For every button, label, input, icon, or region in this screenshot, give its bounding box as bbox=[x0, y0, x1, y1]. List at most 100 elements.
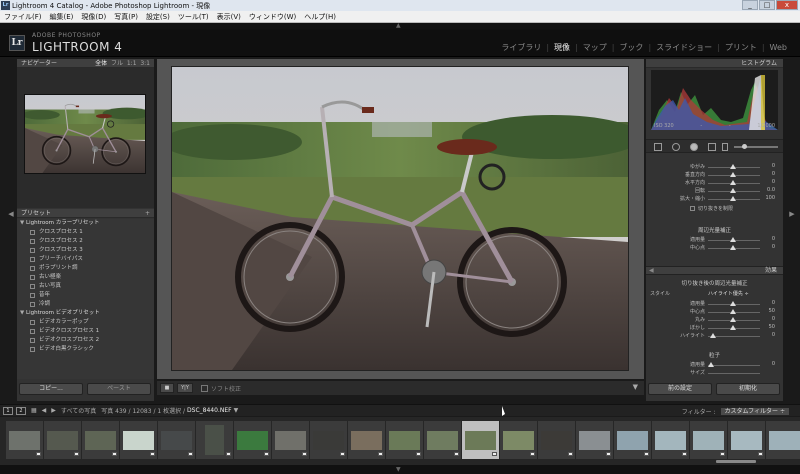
navigator-preview[interactable] bbox=[17, 68, 154, 208]
loupe-view[interactable] bbox=[157, 59, 644, 379]
slider-knob[interactable] bbox=[730, 309, 736, 314]
filmstrip-thumbnail[interactable] bbox=[386, 421, 423, 459]
right-panel-toggle-icon[interactable]: ▶ bbox=[789, 210, 795, 226]
post-crop-slider-row[interactable]: ハイライト 0 bbox=[646, 332, 783, 340]
close-button[interactable]: x bbox=[776, 0, 798, 10]
menu-tools[interactable]: ツール(T) bbox=[174, 12, 213, 22]
grid-tool-icon[interactable] bbox=[654, 143, 662, 151]
add-preset-icon[interactable]: + bbox=[145, 209, 150, 218]
filmstrip-thumbnail[interactable] bbox=[576, 421, 613, 459]
constrain-crop-checkbox[interactable] bbox=[690, 206, 695, 211]
slider-knob[interactable] bbox=[730, 164, 736, 169]
filmstrip-thumbnail[interactable] bbox=[6, 421, 43, 459]
preset-item[interactable]: ビデオクロスプロセス 1 bbox=[17, 327, 154, 336]
module-book[interactable]: ブック bbox=[614, 42, 648, 53]
slider-track[interactable] bbox=[708, 365, 760, 366]
post-crop-slider-row[interactable]: 丸み 0 bbox=[646, 316, 783, 324]
slider-knob[interactable] bbox=[730, 317, 736, 322]
main-photo[interactable] bbox=[172, 67, 628, 370]
filmstrip-thumbnail[interactable] bbox=[728, 421, 765, 459]
minimize-button[interactable]: _ bbox=[742, 0, 758, 10]
filmstrip-thumbnail[interactable] bbox=[690, 421, 727, 459]
preset-item[interactable]: 古い写真 bbox=[17, 282, 154, 291]
preset-item[interactable]: クロスプロセス 2 bbox=[17, 237, 154, 246]
preset-item[interactable]: ビデオクロスプロセス 2 bbox=[17, 336, 154, 345]
slider-knob[interactable] bbox=[730, 245, 736, 250]
filmstrip-thumbnail[interactable] bbox=[424, 421, 461, 459]
lens-slider-row[interactable]: ゆがみ 0 bbox=[646, 163, 783, 171]
lens-slider-row[interactable]: 回転 0.0 bbox=[646, 187, 783, 195]
preset-item[interactable]: クロスプロセス 3 bbox=[17, 246, 154, 255]
slider-knob[interactable] bbox=[730, 301, 736, 306]
filmstrip-thumbnail[interactable] bbox=[348, 421, 385, 459]
zoom-1-1[interactable]: 1:1 bbox=[127, 60, 137, 67]
slider-knob[interactable] bbox=[730, 325, 736, 330]
slider-knob[interactable] bbox=[710, 333, 716, 338]
menu-settings[interactable]: 設定(S) bbox=[142, 12, 174, 22]
style-row[interactable]: スタイル ハイライト優先 ÷ bbox=[646, 290, 783, 298]
menu-help[interactable]: ヘルプ(H) bbox=[300, 12, 340, 22]
previous-settings-button[interactable]: 前の設定 bbox=[648, 383, 712, 395]
filmstrip-thumbnail-selected[interactable] bbox=[462, 421, 499, 459]
post-crop-slider-row[interactable]: 中心点 50 bbox=[646, 308, 783, 316]
zoom-fill[interactable]: フル bbox=[111, 60, 123, 67]
slider-knob[interactable] bbox=[730, 237, 736, 242]
vignette-slider-row[interactable]: 適用量 0 bbox=[646, 236, 783, 244]
adjustment-brush-icon[interactable] bbox=[722, 143, 728, 151]
loupe-view-button[interactable]: ■ bbox=[160, 383, 174, 393]
post-crop-slider-row[interactable]: ぼかし 50 bbox=[646, 324, 783, 332]
histogram-graph[interactable] bbox=[651, 70, 778, 130]
preset-item[interactable]: クロスプロセス 1 bbox=[17, 228, 154, 237]
slider-knob[interactable] bbox=[730, 172, 736, 177]
menu-file[interactable]: ファイル(F) bbox=[0, 12, 46, 22]
filmstrip-thumbnail[interactable] bbox=[272, 421, 309, 459]
preset-item[interactable]: 古い極楽 bbox=[17, 273, 154, 282]
maximize-button[interactable]: □ bbox=[759, 0, 775, 10]
effects-header[interactable]: ◀ 効果 bbox=[646, 266, 783, 275]
slider-knob[interactable] bbox=[742, 144, 747, 149]
filmstrip-thumbnail[interactable] bbox=[538, 421, 575, 459]
source-all-photos[interactable]: すべての写真 bbox=[61, 406, 96, 415]
navigator-header[interactable]: ナビゲーター 全体 フル 1:1 3:1 bbox=[17, 59, 154, 68]
presets-header[interactable]: プリセット + bbox=[17, 209, 154, 218]
module-print[interactable]: プリント bbox=[720, 42, 762, 53]
filmstrip-thumbnail[interactable] bbox=[44, 421, 81, 459]
filmstrip-thumbnail[interactable] bbox=[766, 421, 800, 459]
menu-develop[interactable]: 現像(D) bbox=[77, 12, 110, 22]
before-after-button[interactable]: Y|Y bbox=[177, 383, 193, 393]
preset-item[interactable]: ブリーチバイパス bbox=[17, 255, 154, 264]
tool-size-slider[interactable] bbox=[734, 144, 778, 149]
lens-slider-row[interactable]: 垂直方向 0 bbox=[646, 171, 783, 179]
filmstrip-thumbnail[interactable] bbox=[158, 421, 195, 459]
preset-item[interactable]: 昔年 bbox=[17, 291, 154, 300]
filmstrip-thumbnail[interactable] bbox=[652, 421, 689, 459]
red-eye-icon[interactable] bbox=[690, 143, 698, 151]
paste-settings-button[interactable]: ペースト bbox=[87, 383, 151, 395]
slider-knob[interactable] bbox=[730, 180, 736, 185]
filmstrip-thumbnail[interactable] bbox=[234, 421, 271, 459]
vignette-slider-row[interactable]: 中心点 0 bbox=[646, 244, 783, 252]
preset-folder[interactable]: ▼ Lightroom カラープリセット bbox=[17, 219, 154, 228]
filter-dropdown[interactable]: カスタムフィルター ÷ bbox=[719, 407, 790, 416]
style-select[interactable]: ハイライト優先 ÷ bbox=[708, 290, 749, 297]
filmstrip-thumbnail[interactable] bbox=[500, 421, 537, 459]
grid-view-icon[interactable]: ▦ bbox=[31, 407, 37, 414]
module-library[interactable]: ライブラリ bbox=[496, 42, 546, 53]
current-filename[interactable]: DSC_8440.NEF bbox=[187, 407, 232, 414]
constrain-crop-row[interactable]: 切り抜きを制限 bbox=[646, 205, 783, 213]
preset-item[interactable]: ポラプリント調 bbox=[17, 264, 154, 273]
bottom-panel-toggle-strip[interactable]: ▼ bbox=[0, 465, 800, 474]
module-develop[interactable]: 現像 bbox=[549, 42, 575, 53]
secondary-window-button[interactable]: 2 bbox=[16, 406, 26, 415]
menu-window[interactable]: ウィンドウ(W) bbox=[245, 12, 300, 22]
lens-slider-row[interactable]: 拡大・縮小 100 bbox=[646, 195, 783, 203]
slider-knob[interactable] bbox=[730, 196, 736, 201]
graduated-filter-icon[interactable] bbox=[708, 143, 716, 151]
filmstrip-thumbnail[interactable] bbox=[196, 421, 233, 459]
main-window-button[interactable]: 1 bbox=[3, 406, 13, 415]
module-map[interactable]: マップ bbox=[578, 42, 612, 53]
copy-settings-button[interactable]: コピー... bbox=[19, 383, 83, 395]
slider-track[interactable] bbox=[708, 373, 760, 374]
preset-item[interactable]: ビデオカラーポップ bbox=[17, 318, 154, 327]
module-web[interactable]: Web bbox=[765, 43, 792, 52]
